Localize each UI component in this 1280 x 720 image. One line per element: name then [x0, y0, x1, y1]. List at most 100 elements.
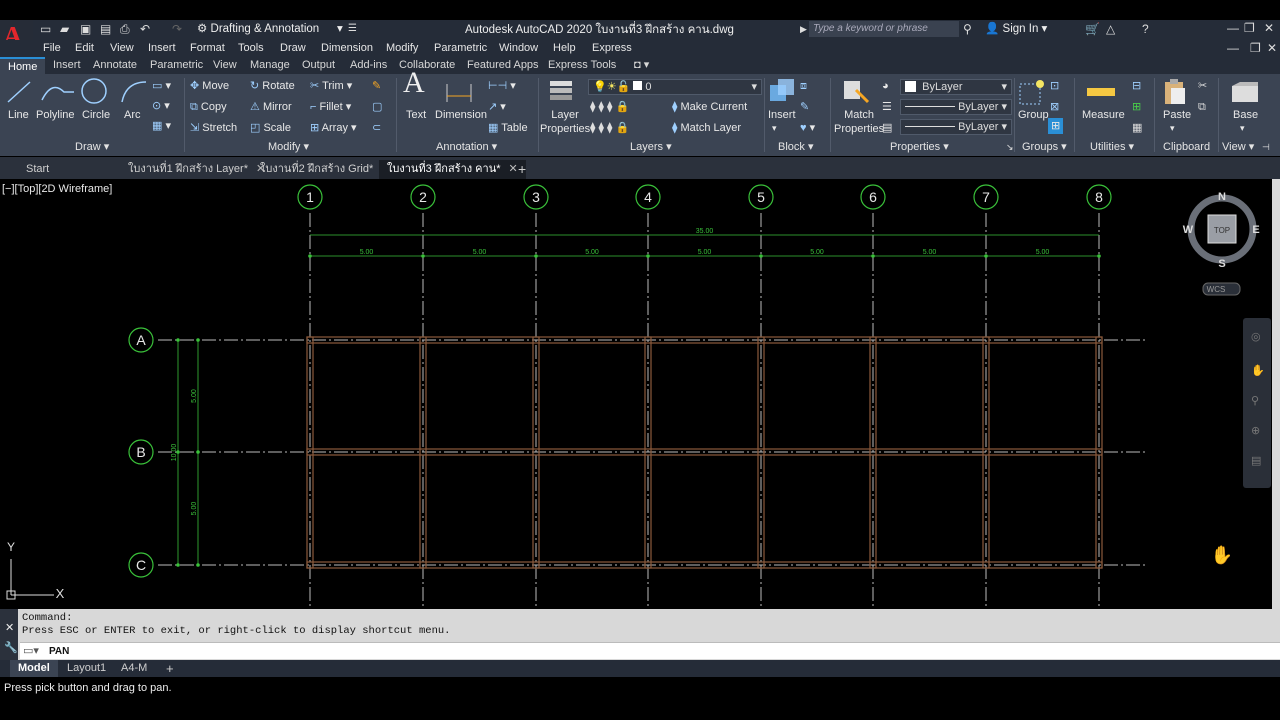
- layer-properties-icon[interactable]: [547, 78, 577, 104]
- cart-icon[interactable]: 🛒: [1085, 22, 1100, 36]
- doc-minimize-icon[interactable]: —: [1227, 41, 1239, 55]
- group-edit-icon[interactable]: ⊠: [1050, 100, 1059, 114]
- ungroup-icon[interactable]: ⊡: [1050, 79, 1059, 93]
- save-icon[interactable]: ▣: [80, 22, 91, 36]
- ribbon-minimize-icon[interactable]: ◘ ▾: [634, 58, 649, 73]
- zoom-icon[interactable]: ⚲: [1251, 394, 1259, 408]
- tab-parametric[interactable]: Parametric: [150, 58, 203, 73]
- command-input[interactable]: ▭▾ PAN: [20, 642, 1280, 659]
- match-layer-button[interactable]: ⧫ Match Layer: [672, 121, 741, 135]
- wrench-icon[interactable]: 🔧: [4, 641, 18, 655]
- print-icon[interactable]: ⎙: [120, 22, 130, 36]
- layer-tools-icons-2[interactable]: ⧫ ⧫ ⧫ 🔒: [590, 121, 629, 135]
- tab-annotate[interactable]: Annotate: [93, 58, 137, 73]
- layer-tools-icons[interactable]: ⧫ ⧫ ⧫ 🔒: [590, 100, 629, 114]
- paste-icon[interactable]: [1162, 78, 1188, 106]
- drawing-canvas[interactable]: [−][Top][2D Wireframe] 12345678ABC 35.00…: [0, 179, 1272, 609]
- lineweight-dropdown[interactable]: ByLayer ▾: [900, 119, 1012, 135]
- view-panel-title[interactable]: View ▾: [1222, 140, 1254, 154]
- gradient-icon[interactable]: ▦ ▾: [152, 119, 171, 133]
- table-button[interactable]: ▦ Table: [488, 121, 528, 135]
- annotation-panel-title[interactable]: Annotation ▾: [436, 140, 497, 154]
- steering-wheel-icon[interactable]: ◎: [1251, 330, 1261, 344]
- properties-panel-title[interactable]: Properties ▾: [890, 140, 949, 154]
- line-button[interactable]: Line: [8, 108, 29, 122]
- draw-panel-title[interactable]: Draw ▾: [75, 140, 109, 154]
- mirror-button[interactable]: ⚠ Mirror: [250, 100, 292, 114]
- menu-dimension[interactable]: Dimension: [321, 41, 373, 56]
- properties-launcher-icon[interactable]: ↘: [1006, 140, 1014, 154]
- menu-draw[interactable]: Draw: [280, 41, 306, 56]
- redo-icon[interactable]: ↷: [172, 22, 182, 36]
- arc-button[interactable]: Arc: [124, 108, 141, 122]
- undo-icon[interactable]: ↶: [140, 22, 150, 36]
- menu-window[interactable]: Window: [499, 41, 538, 56]
- linetype-dropdown[interactable]: ByLayer ▾: [900, 99, 1012, 115]
- group-button[interactable]: Group: [1018, 108, 1049, 122]
- menu-edit[interactable]: Edit: [75, 41, 94, 56]
- tab-start[interactable]: Start: [18, 160, 57, 179]
- menu-help[interactable]: Help: [553, 41, 576, 56]
- autodesk-a360-icon[interactable]: △: [1106, 22, 1115, 36]
- workspace-switcher[interactable]: ⚙ Drafting & Annotation ▾: [197, 21, 357, 37]
- block-attributes-icon[interactable]: ♥ ▾: [800, 121, 815, 135]
- scale-button[interactable]: ◰ Scale: [250, 121, 291, 135]
- tab-output[interactable]: Output: [302, 58, 335, 73]
- new-file-icon[interactable]: ▭: [40, 22, 51, 36]
- tab-layout1[interactable]: Layout1: [59, 660, 114, 677]
- tab-featured-apps[interactable]: Featured Apps: [467, 58, 539, 73]
- tab-doc-1[interactable]: ใบงานที่1 ฝึกสร้าง Layer* ✕: [120, 160, 273, 179]
- tab-express-tools[interactable]: Express Tools: [548, 58, 616, 73]
- menu-express[interactable]: Express: [592, 41, 632, 56]
- tab-a4-m[interactable]: A4-M: [113, 660, 155, 677]
- copy-button[interactable]: ⧉ Copy: [190, 100, 227, 114]
- showmotion-icon[interactable]: ▤: [1251, 454, 1261, 468]
- base-button[interactable]: Base: [1233, 108, 1258, 122]
- linear-dim-icon[interactable]: ⊢⊣ ▾: [488, 79, 516, 93]
- explode-icon[interactable]: ▢: [372, 100, 382, 114]
- chevron-right-icon[interactable]: ▶: [800, 22, 807, 36]
- layer-properties-button[interactable]: Layer Properties: [540, 108, 590, 136]
- menu-tools[interactable]: Tools: [238, 41, 264, 56]
- minimize-icon[interactable]: —: [1227, 21, 1239, 35]
- ribbon-expand-icon[interactable]: ⊣: [1262, 140, 1270, 154]
- layer-dropdown[interactable]: 💡☀🔓 0 ▾: [588, 79, 762, 95]
- menu-file[interactable]: File: [43, 41, 61, 56]
- open-folder-icon[interactable]: ▰: [60, 22, 69, 36]
- polyline-button[interactable]: Polyline: [36, 108, 75, 122]
- base-view-icon[interactable]: [1230, 80, 1260, 104]
- paste-button[interactable]: Paste: [1163, 108, 1191, 122]
- tab-home[interactable]: Home: [0, 57, 46, 74]
- doc-restore-icon[interactable]: ❐: [1250, 41, 1261, 55]
- block-panel-title[interactable]: Block ▾: [778, 140, 813, 154]
- measure-icon[interactable]: [1086, 86, 1116, 98]
- cut-icon[interactable]: ✂: [1198, 79, 1207, 93]
- insert-button[interactable]: Insert: [768, 108, 796, 122]
- search-input[interactable]: Type a keyword or phrase: [809, 21, 959, 37]
- select-all-icon[interactable]: ⊞: [1132, 100, 1141, 114]
- offset-icon[interactable]: ⊂: [372, 121, 381, 135]
- copy-clip-icon[interactable]: ⧉: [1198, 100, 1206, 114]
- measure-button[interactable]: Measure: [1082, 108, 1125, 122]
- pan-icon[interactable]: ✋: [1251, 364, 1265, 378]
- binoculars-icon[interactable]: ⚲: [963, 22, 972, 36]
- recent-commands-icon[interactable]: ▭▾: [23, 644, 39, 658]
- menu-parametric[interactable]: Parametric: [434, 41, 487, 56]
- text-button[interactable]: Text: [406, 108, 426, 122]
- match-properties-icon[interactable]: [842, 78, 870, 104]
- close-icon[interactable]: ✕: [5, 621, 14, 635]
- clipboard-panel-title[interactable]: Clipboard: [1163, 140, 1210, 154]
- insert-block-icon[interactable]: [768, 77, 798, 105]
- doc-close-icon[interactable]: ✕: [1267, 41, 1277, 55]
- tab-doc-2[interactable]: ใบงานที่2 ฝึกสร้าง Grid*✕: [252, 160, 398, 179]
- stretch-button[interactable]: ⇲ Stretch: [190, 121, 237, 135]
- close-icon[interactable]: ✕: [1264, 21, 1274, 35]
- tab-view[interactable]: View: [213, 58, 237, 73]
- tab-model[interactable]: Model: [10, 660, 58, 677]
- trim-button[interactable]: ✂ Trim ▾: [310, 79, 352, 93]
- calculator-icon[interactable]: ▦: [1132, 121, 1142, 135]
- fillet-button[interactable]: ⌐ Fillet ▾: [310, 100, 351, 114]
- help-icon[interactable]: ?: [1142, 22, 1149, 36]
- command-window-grip[interactable]: ✕ 🔧: [0, 609, 18, 660]
- sign-in-button[interactable]: 👤 Sign In ▾: [985, 21, 1047, 37]
